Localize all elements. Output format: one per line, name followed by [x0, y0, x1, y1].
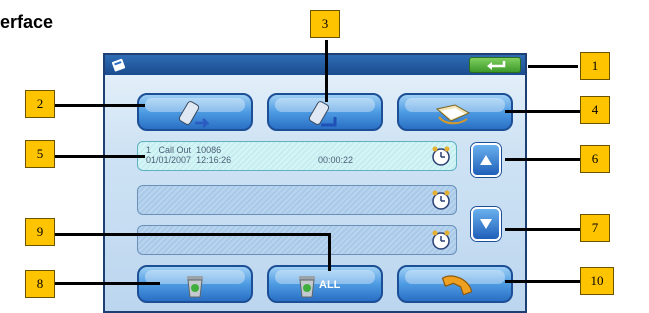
- callout-line-9: [55, 233, 330, 236]
- dial-button[interactable]: [397, 265, 513, 303]
- callout-line-7: [505, 228, 580, 231]
- callout-7: 7: [580, 214, 610, 242]
- call-duration: 00:00:22: [318, 155, 354, 165]
- callout-line-3: [325, 40, 328, 102]
- scroll-down-button[interactable]: [471, 207, 501, 241]
- callout-6: 6: [580, 145, 610, 173]
- callout-line-6: [505, 158, 580, 161]
- callout-2: 2: [25, 90, 55, 118]
- back-button[interactable]: [469, 57, 521, 73]
- callout-line-4: [505, 110, 580, 113]
- incoming-calls-button[interactable]: [137, 93, 253, 131]
- delete-all-label: ALL: [319, 279, 341, 291]
- callout-line-8: [55, 282, 160, 285]
- callout-9: 9: [25, 218, 55, 246]
- missed-calls-button[interactable]: [397, 93, 513, 131]
- callout-line-5: [55, 155, 145, 158]
- call-log-row[interactable]: [137, 185, 457, 215]
- clock-icon: [430, 189, 452, 216]
- callout-10: 10: [580, 267, 614, 295]
- callout-line-1: [528, 65, 578, 68]
- callout-line-9-drop: [328, 233, 331, 271]
- clock-icon: [430, 145, 452, 172]
- clock-icon: [430, 229, 452, 256]
- section-heading: erface: [0, 12, 54, 32]
- row-line-1: 1 Call Out 10086 01/01/2007 12:16:26: [146, 145, 232, 165]
- delete-all-button[interactable]: ALL: [267, 265, 383, 303]
- callout-line-2: [55, 104, 145, 107]
- callout-1: 1: [580, 52, 610, 80]
- scroll-up-button[interactable]: [471, 143, 501, 177]
- call-log-row[interactable]: [137, 225, 457, 255]
- callout-line-10: [505, 280, 580, 283]
- call-log-row[interactable]: 1 Call Out 10086 01/01/2007 12:16:26 00:…: [137, 141, 457, 171]
- callout-8: 8: [25, 270, 55, 298]
- call-log-screen: 1 Call Out 10086 01/01/2007 12:16:26 00:…: [103, 53, 527, 313]
- outgoing-calls-button[interactable]: [267, 93, 383, 131]
- callout-3: 3: [310, 10, 340, 38]
- phone-book-icon: [111, 57, 127, 73]
- title-bar: [105, 55, 525, 75]
- callout-5: 5: [25, 140, 55, 168]
- callout-4: 4: [580, 96, 610, 124]
